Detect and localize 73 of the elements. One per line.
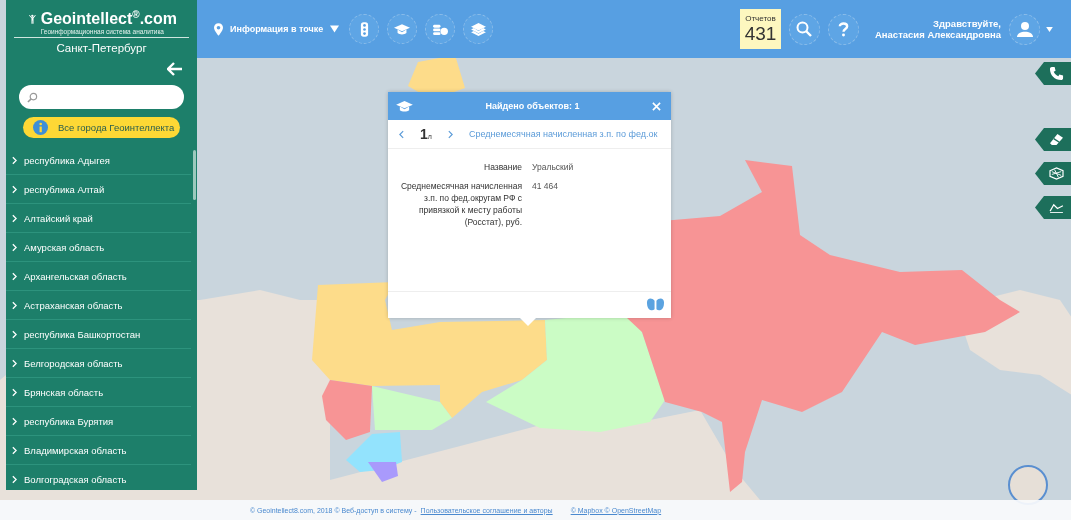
dropdown-caret-icon (330, 25, 340, 33)
graduation-cap-icon (394, 22, 411, 36)
reports-counter[interactable]: Отчетов 431 (740, 9, 781, 49)
chevron-icon (12, 474, 17, 484)
field-label: Среднемесячная начисленная з.п. по фед.округам РФ с привязкой к месту работы (Росстат), руб. (399, 180, 522, 228)
field-value: Уральский (532, 161, 575, 173)
search-button[interactable] (789, 13, 820, 45)
popup-title: Найдено объектов: 1 (484, 101, 581, 111)
layers-icon (470, 22, 486, 36)
search-icon (796, 21, 813, 37)
region-item[interactable]: Белгородская область (6, 349, 191, 378)
graduation-cap-button[interactable] (387, 14, 418, 44)
chevron-icon (12, 213, 17, 223)
chevron-icon (12, 387, 17, 397)
chevron-icon (12, 445, 17, 455)
map-region[interactable] (312, 282, 440, 386)
reports-label: Отчетов (745, 13, 776, 23)
graduation-cap-icon (396, 99, 413, 113)
logo-text: Geointellect$^{®}$.com (40, 7, 177, 28)
chevron-icon (12, 358, 17, 368)
region-item[interactable]: республика Алтай (6, 175, 191, 204)
region-item[interactable]: республика Адыгея (6, 146, 191, 175)
coins-icon (431, 22, 449, 36)
eraser-icon (1049, 133, 1064, 146)
field-label: Название (483, 161, 522, 173)
chevron-icon (12, 271, 17, 281)
city-name[interactable]: Санкт-Петербург (56, 42, 147, 54)
back-arrow-icon[interactable] (167, 62, 183, 76)
close-icon[interactable] (652, 101, 661, 111)
butterfly-icon[interactable] (646, 297, 665, 313)
region-item[interactable]: Алтайский край (6, 204, 191, 233)
region-item[interactable]: республика Бурятия (6, 407, 191, 436)
map-region[interactable] (627, 160, 1020, 492)
chevron-icon (12, 155, 17, 165)
coins-button[interactable] (425, 14, 456, 44)
traffic-light-icon (359, 21, 369, 37)
field-value: 41 464 (532, 180, 559, 193)
region-item[interactable]: Владимирская область (6, 436, 191, 465)
chevron-icon (12, 184, 17, 194)
chevron-icon (12, 416, 17, 426)
user-icon (1016, 21, 1033, 37)
scrollbar[interactable] (193, 150, 196, 200)
next-chevron-icon[interactable] (447, 129, 453, 139)
layers-button[interactable] (463, 14, 494, 44)
pin-icon (214, 22, 223, 36)
chevron-icon (12, 329, 17, 339)
chevron-icon (12, 300, 17, 310)
region-item[interactable]: Астраханская область (6, 291, 191, 320)
reports-count: 431 (744, 22, 777, 45)
search-field[interactable] (19, 85, 184, 109)
info-icon (33, 120, 48, 135)
question-mark-icon (838, 21, 849, 37)
all-cities-button[interactable]: Все города Геоинтеллекта (23, 117, 180, 138)
search-icon (27, 91, 38, 103)
user-name[interactable]: Анастасия Александровна (875, 29, 1001, 40)
mode-dropdown[interactable]: Информация в точке (214, 22, 340, 36)
chevron-icon (12, 242, 17, 252)
user-avatar-button[interactable] (1009, 13, 1040, 45)
traffic-light-button[interactable] (349, 14, 380, 44)
map-region[interactable] (368, 462, 398, 482)
line-chart-icon (1049, 202, 1064, 213)
layer-tab[interactable]: Среднемесячная начисленная з.п. по фед.ок (468, 129, 658, 139)
help-button[interactable] (828, 13, 859, 45)
region-item[interactable]: Волгоградская область (6, 465, 191, 490)
user-menu-caret-icon[interactable] (1046, 26, 1053, 32)
region-item[interactable]: республика Башкортостан (6, 320, 191, 349)
region-item[interactable]: Брянская область (6, 378, 191, 407)
greeting-text: Здравствуйте, (933, 18, 1001, 29)
map-region[interactable] (322, 380, 372, 440)
region-item[interactable]: Архангельская область (6, 262, 191, 291)
phone-icon (1049, 66, 1064, 81)
previous-chevron-icon[interactable] (399, 129, 404, 139)
region-item[interactable]: Амурская область (6, 233, 191, 262)
